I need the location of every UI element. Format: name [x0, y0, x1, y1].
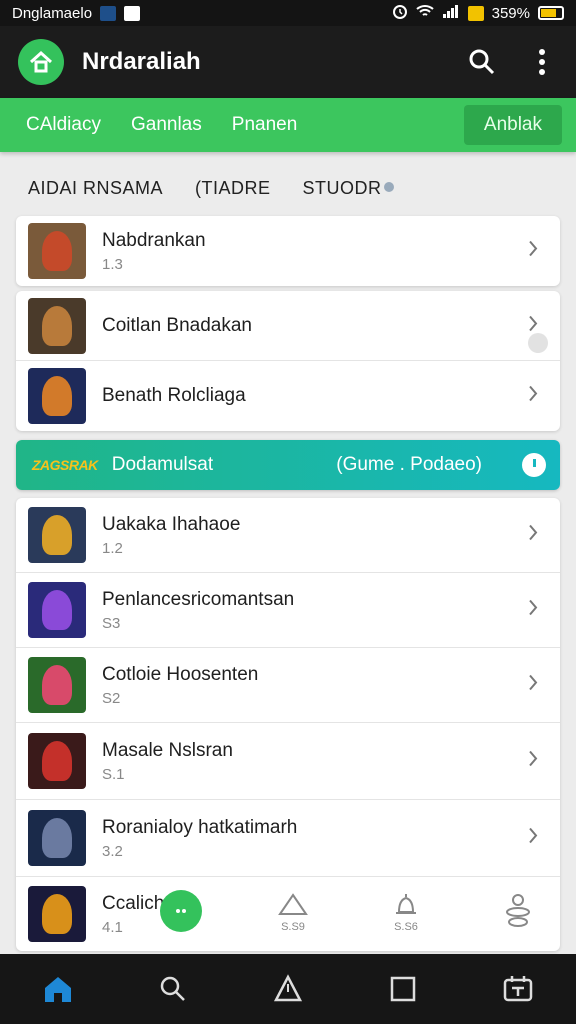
notification-app-icon	[100, 5, 117, 21]
bell-overlay-icon[interactable]: S.S6	[386, 892, 426, 933]
search-icon[interactable]	[466, 46, 498, 78]
game-thumbnail	[28, 733, 86, 789]
home-icon[interactable]	[18, 39, 64, 85]
game-title: Cotloie Hoosenten	[102, 663, 259, 685]
game-title: Penlancesricomantsan	[102, 588, 295, 610]
chevron-right-icon	[528, 524, 538, 547]
bottom-navigation	[0, 954, 576, 1024]
game-title: Uakaka Ihahaoe	[102, 513, 241, 535]
game-rating: S3	[102, 614, 121, 632]
game-thumbnail	[28, 223, 86, 279]
app-bar: Nrdaraliah	[0, 26, 576, 98]
touch-indicator	[528, 333, 548, 353]
game-thumbnail	[28, 810, 86, 866]
section-header-studio[interactable]: STUODR	[303, 178, 394, 199]
game-title: Roranialoy hatkatimarh	[102, 816, 298, 838]
battery-icon	[538, 6, 564, 20]
overlay-label: S.S9	[281, 921, 305, 933]
game-rating: 4.1	[102, 918, 123, 936]
game-title: Coitlan Bnadakan	[102, 314, 252, 336]
list-item[interactable]: Uakaka Ihahaoe 1.2	[16, 498, 560, 573]
notification-n-icon	[124, 5, 141, 21]
chevron-right-icon	[528, 674, 538, 697]
banner-info-icon[interactable]	[522, 453, 546, 477]
home-icon[interactable]	[38, 969, 78, 1009]
list-item[interactable]: Coitlan Bnadakan	[16, 291, 560, 361]
section-header-trade[interactable]: (TIADRE	[195, 178, 271, 199]
game-title: Ccalich	[102, 892, 165, 914]
game-thumbnail	[28, 582, 86, 638]
tab-category[interactable]: CAldiacy	[26, 114, 101, 136]
chevron-right-icon	[528, 827, 538, 850]
category-tab-bar: CAldiacy Gannlas Pnanen Anblak	[0, 98, 576, 152]
game-card-group: Coitlan Bnadakan Benath Rolcliaga	[16, 291, 560, 431]
game-thumbnail	[28, 297, 86, 354]
triangle-overlay-icon[interactable]: S.S9	[273, 892, 313, 933]
wifi-icon	[415, 4, 434, 22]
list-item[interactable]: Penlancesricomantsan S3	[16, 573, 560, 648]
battery-percent: 359%	[491, 4, 530, 22]
status-bar: Dnglamaelo 359%	[0, 0, 576, 26]
square-icon[interactable]	[383, 969, 423, 1009]
library-icon[interactable]	[498, 969, 538, 1009]
alarm-icon	[392, 3, 408, 23]
tab-premium[interactable]: Pnanen	[232, 114, 298, 136]
game-title: Nabdrankan	[102, 229, 206, 251]
banner-subtitle: (Gume . Podaeo)	[336, 454, 482, 475]
tab-action-button[interactable]: Anblak	[463, 105, 562, 145]
info-dot-icon	[383, 182, 394, 192]
game-rating: 1.3	[102, 255, 123, 273]
chevron-right-icon	[528, 599, 538, 622]
list-item[interactable]: Cotloie Hoosenten S2	[16, 648, 560, 723]
app-title: Nrdaraliah	[82, 48, 201, 75]
chevron-right-icon	[528, 385, 538, 408]
search-icon[interactable]	[153, 969, 193, 1009]
game-title: Masale Nslsran	[102, 739, 233, 761]
chat-bubble-icon[interactable]	[160, 890, 202, 932]
game-card-featured: Nabdrankan 1.3	[16, 216, 560, 286]
game-rating: 1.2	[102, 539, 123, 557]
list-item[interactable]: Masale Nslsran S.1	[16, 723, 560, 800]
explore-icon[interactable]	[268, 969, 308, 1009]
tab-games[interactable]: Gannlas	[131, 114, 202, 136]
game-rating: 3.2	[102, 842, 123, 860]
promo-banner[interactable]: ZAGSRAK Dodamulsat (Gume . Podaeo)	[16, 440, 560, 490]
status-carrier-text: Dnglamaelo	[12, 4, 93, 22]
game-thumbnail	[28, 886, 86, 942]
game-rating: S2	[102, 689, 121, 707]
more-vertical-icon[interactable]	[526, 46, 558, 78]
list-item[interactable]: Benath Rolcliaga	[16, 361, 560, 431]
game-list-card: Uakaka Ihahaoe 1.2 Penlancesricomantsan …	[16, 498, 560, 951]
section-header-row: AIDAI RNSAMA (TIADRE STUODR	[28, 178, 394, 199]
list-item[interactable]: Roranialoy hatkatimarh 3.2	[16, 800, 560, 877]
chevron-right-icon	[528, 240, 538, 263]
game-thumbnail	[28, 507, 86, 563]
game-thumbnail	[28, 657, 86, 713]
game-title: Benath Rolcliaga	[102, 385, 246, 406]
section-header-all[interactable]: AIDAI RNSAMA	[28, 178, 163, 199]
game-thumbnail	[28, 368, 86, 424]
list-item[interactable]: Nabdrankan 1.3	[16, 216, 560, 286]
signal-icon	[442, 4, 460, 22]
chevron-right-icon	[528, 750, 538, 773]
profile-overlay-icon[interactable]	[498, 892, 538, 931]
overlay-label: S.S6	[394, 921, 418, 933]
sim-icon	[467, 5, 484, 21]
banner-badge: ZAGSRAK	[32, 457, 98, 473]
game-rating: S.1	[102, 765, 125, 783]
banner-title: Dodamulsat	[111, 454, 214, 475]
